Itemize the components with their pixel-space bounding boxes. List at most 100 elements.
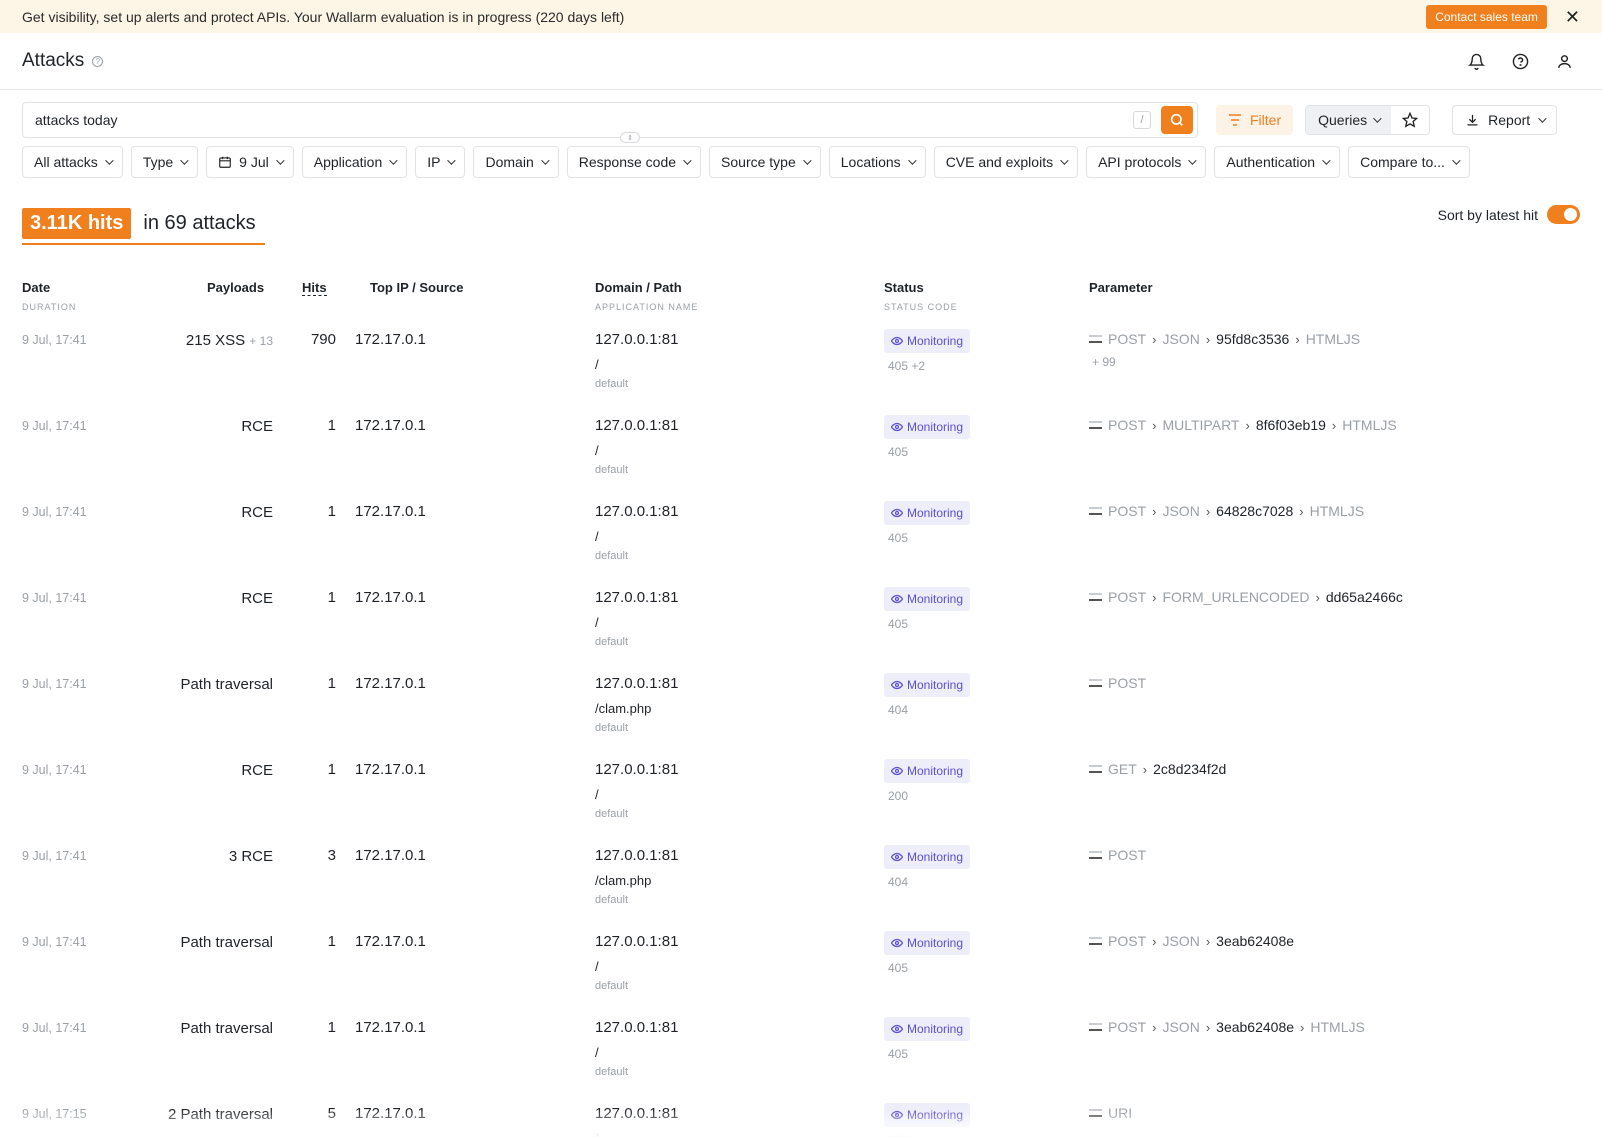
chip-label: Application <box>313 154 383 170</box>
row-domain: 127.0.0.1:81 <box>595 503 679 520</box>
row-path: / <box>595 357 599 372</box>
row-ip[interactable]: 172.17.0.1 <box>355 847 426 864</box>
param-key: 64828c7028 <box>1216 503 1294 519</box>
col-payloads[interactable]: Payloads <box>207 280 264 295</box>
col-status-sub: STATUS CODE <box>884 302 958 312</box>
param-part: HTMLJS <box>1310 1019 1365 1035</box>
table-row[interactable]: 9 Jul, 17:41 Path traversal 1 172.17.0.1 127… <box>22 1017 1580 1105</box>
chevron-down-icon <box>275 156 285 165</box>
filter-authentication[interactable]: Authentication <box>1214 146 1341 178</box>
col-domain[interactable]: Domain / Path <box>595 280 682 295</box>
table-row[interactable]: 9 Jul, 17:41 Path traversal 1 172.17.0.1 127… <box>22 673 1580 761</box>
row-app: default <box>595 1066 629 1078</box>
row-ip[interactable]: 172.17.0.1 <box>355 417 426 434</box>
chevron-right-icon: › <box>1299 503 1304 519</box>
filter-compare-to[interactable]: Compare to... <box>1348 146 1470 178</box>
table-row[interactable]: 9 Jul, 17:41 RCE 1 172.17.0.1 127.0.0.1:81 / d… <box>22 501 1580 589</box>
row-hits: 1 <box>327 417 336 434</box>
table-row[interactable]: 9 Jul, 17:41 Path traversal 1 172.17.0.1 127… <box>22 931 1580 1019</box>
star-icon[interactable] <box>1391 106 1429 134</box>
param-method: GET <box>1108 761 1137 777</box>
search-button[interactable] <box>1161 106 1193 134</box>
chevron-down-icon <box>683 156 692 165</box>
status-label: Monitoring <box>907 334 964 348</box>
row-status-code: 405 <box>888 961 909 975</box>
row-date: 9 Jul, 17:41 <box>22 419 87 433</box>
filter-domain[interactable]: Domain <box>473 146 559 178</box>
filter-api-protocols[interactable]: API protocols <box>1086 146 1207 178</box>
table-row[interactable]: 9 Jul, 17:41 RCE 1 172.17.0.1 127.0.0.1:81 / d… <box>22 415 1580 503</box>
http-method-icon <box>1089 421 1102 429</box>
row-domain: 127.0.0.1:81 <box>595 933 679 950</box>
status-label: Monitoring <box>907 592 964 606</box>
summary-tab[interactable]: 3.11K hits in 69 attacks <box>22 208 256 239</box>
report-button[interactable]: Report <box>1452 105 1558 135</box>
chip-label: API protocols <box>1098 154 1182 170</box>
param-method: POST <box>1108 417 1147 433</box>
row-ip[interactable]: 172.17.0.1 <box>355 761 426 778</box>
row-app: default <box>595 378 629 390</box>
filter-locations[interactable]: Locations <box>828 146 926 178</box>
sort-toggle[interactable] <box>1547 205 1580 224</box>
bell-icon[interactable] <box>1460 45 1492 77</box>
col-date[interactable]: Date <box>22 280 50 295</box>
row-date: 9 Jul, 17:41 <box>22 935 87 949</box>
chip-label: Compare to... <box>1360 154 1445 170</box>
table-row[interactable]: 9 Jul, 17:41 RCE 1 172.17.0.1 127.0.0.1:81 / d… <box>22 759 1580 847</box>
filter-application[interactable]: Application <box>301 146 408 178</box>
eye-icon <box>891 1024 903 1034</box>
table-header: Date DURATION Payloads Hits Top IP / Sou… <box>22 280 1580 316</box>
payload-label: 3 RCE <box>228 848 273 865</box>
chip-label: Type <box>142 154 174 170</box>
filter-cve[interactable]: CVE and exploits <box>933 146 1079 178</box>
help-circle-icon[interactable]: ? <box>92 55 104 67</box>
filter-response-code[interactable]: Response code <box>566 146 702 178</box>
row-app: default <box>595 550 629 562</box>
filter-ip[interactable]: IP <box>415 146 466 178</box>
row-ip[interactable]: 172.17.0.1 <box>355 331 426 348</box>
filter-button[interactable]: Filter <box>1216 105 1294 135</box>
filter-all-attacks[interactable]: All attacks <box>22 146 123 178</box>
search-input[interactable] <box>35 112 1133 128</box>
row-payload: 215 XSS + 13 <box>123 331 273 351</box>
row-ip[interactable]: 172.17.0.1 <box>355 675 426 692</box>
row-ip[interactable]: 172.17.0.1 <box>355 503 426 520</box>
filter-date[interactable]: 9 Jul <box>206 146 294 178</box>
filter-source-type[interactable]: Source type <box>709 146 821 178</box>
row-ip[interactable]: 172.17.0.1 <box>355 1019 426 1036</box>
status-badge: Monitoring <box>884 759 971 783</box>
row-date: 9 Jul, 17:41 <box>22 591 87 605</box>
col-source[interactable]: Top IP / Source <box>370 280 463 295</box>
col-status[interactable]: Status <box>884 280 924 295</box>
eye-icon <box>891 336 903 346</box>
payload-more: + 13 <box>249 334 273 348</box>
col-parameter[interactable]: Parameter <box>1089 280 1153 295</box>
status-badge: Monitoring <box>884 329 971 353</box>
row-ip[interactable]: 172.17.0.1 <box>355 933 426 950</box>
contact-sales-button[interactable]: Contact sales team <box>1426 4 1547 29</box>
row-ip[interactable]: 172.17.0.1 <box>355 589 426 606</box>
resize-handle-icon[interactable]: ⇕ <box>620 132 640 143</box>
http-method-icon <box>1089 937 1102 945</box>
param-part: FORM_URLENCODED <box>1162 589 1310 605</box>
help-icon[interactable] <box>1504 45 1536 77</box>
chevron-down-icon <box>1322 156 1331 165</box>
row-payload: 3 RCE <box>123 847 273 867</box>
filter-type[interactable]: Type <box>130 146 199 178</box>
table-row[interactable]: 9 Jul, 17:41 RCE 1 172.17.0.1 127.0.0.1:81 / d… <box>22 587 1580 675</box>
payload-label: RCE <box>241 504 273 521</box>
close-icon[interactable]: ✕ <box>1565 8 1580 26</box>
chevron-down-icon <box>1188 156 1198 165</box>
table-row[interactable]: 9 Jul, 17:41 3 RCE 3 172.17.0.1 127.0.0.1:81… <box>22 845 1580 933</box>
col-hits[interactable]: Hits <box>302 280 327 296</box>
payload-label: 215 XSS <box>185 332 246 349</box>
status-badge: Monitoring <box>884 845 971 869</box>
param-key: 2c8d234f2d <box>1153 761 1227 777</box>
row-parameter: POST › JSON › 64828c7028 › HTMLJS <box>1089 503 1364 519</box>
eye-icon <box>891 422 903 432</box>
status-label: Monitoring <box>907 850 964 864</box>
user-icon[interactable] <box>1548 45 1580 77</box>
row-parameter: POST › FORM_URLENCODED › dd65a2466c <box>1089 589 1403 605</box>
queries-dropdown[interactable]: Queries <box>1306 106 1392 134</box>
table-row[interactable]: 9 Jul, 17:41 215 XSS + 13 790 172.17.0.1 127… <box>22 329 1580 417</box>
